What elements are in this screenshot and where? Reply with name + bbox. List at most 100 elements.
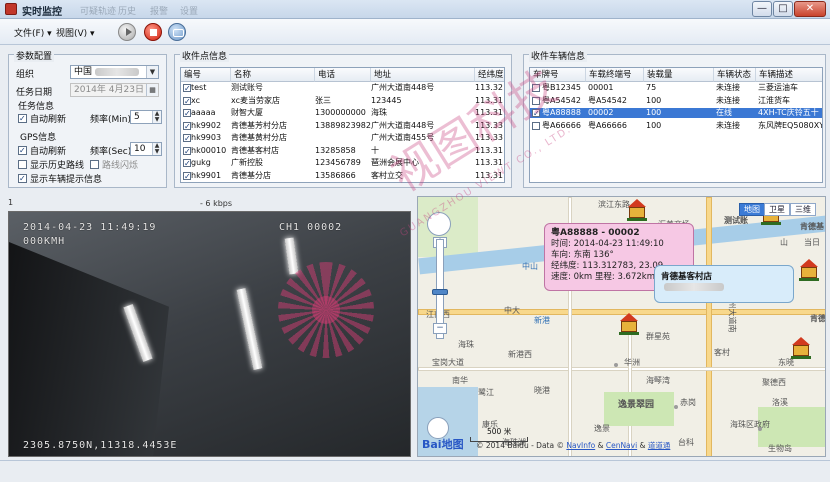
map-type-3d[interactable]: 三维 [790, 203, 816, 216]
map-view[interactable]: 中山 中大 新港 江南西 逸景翠园 海珠区政府 客村 康乐 华洲 群星苑 聚德西… [417, 196, 826, 457]
table-row[interactable]: 粤A66666 粤A66666 100 未连接 东风牌EQ5080XY [530, 120, 822, 131]
table-cell: 113.31 [475, 108, 503, 117]
table-row[interactable]: 粤A88888 00002 100 在线 4XH-TC庆铃五十 [530, 108, 822, 118]
map-label: 聚德西 [762, 378, 786, 387]
col-header[interactable]: 装载量 [644, 68, 714, 82]
table-row[interactable]: hk9903 肯德基黄村分店 广州大道南455号 113.33 [181, 133, 504, 143]
auto-refresh-checkbox[interactable]: 自动刷新 [18, 112, 66, 125]
store-marker-icon[interactable] [790, 337, 812, 359]
col-header[interactable]: 地址 [371, 68, 475, 82]
checkbox-icon[interactable] [532, 84, 540, 92]
points-table[interactable]: 编号 名称 电话 地址 经纬度 test测试账号广州大道南448号113.32 x… [180, 67, 505, 183]
col-header[interactable]: 编号 [181, 68, 231, 82]
table-row[interactable]: gukg 广新控股 123456789 琶洲会展中心 113.31 [181, 158, 504, 168]
route-flash-checkbox[interactable]: 路线闪烁 [90, 158, 138, 171]
pan-control-icon[interactable] [427, 212, 451, 236]
table-row[interactable]: hk00010 肯德基客村店 13285858 十 113.31 [181, 145, 504, 156]
col-header[interactable]: 车牌号 [530, 68, 586, 82]
freq-sec-stepper[interactable]: 10 ▲ ▼ [130, 142, 162, 156]
road [628, 317, 632, 456]
menu-file[interactable]: 文件(F) ▾ [14, 26, 52, 39]
params-title: 参数配置 [14, 49, 55, 62]
check-icon[interactable] [183, 84, 191, 92]
copyright-link[interactable]: NavInfo [566, 441, 595, 450]
close-button[interactable]: ✕ [794, 1, 826, 17]
store-marker-icon[interactable] [626, 199, 648, 221]
window-title: 实时监控 [22, 7, 62, 18]
table-cell: 未连接 [716, 83, 740, 92]
video-feed[interactable]: 2014-04-23 11:49:19 000KMH CH1 00002 230… [8, 211, 411, 457]
map-label: 华洲 [624, 358, 640, 367]
minimize-button[interactable]: — [752, 1, 772, 17]
vehicles-title: 收件车辆信息 [529, 49, 588, 62]
menu-view[interactable]: 视图(V) ▾ [56, 26, 95, 39]
table-row[interactable]: hk9901 肯德基分店 13586866 客村立交 113.31 [181, 170, 504, 181]
poi-icon [674, 405, 678, 409]
calendar-icon: ▦ [146, 84, 158, 96]
table-cell: hk9901 [191, 170, 222, 180]
stepper-icon[interactable]: ▲ ▼ [152, 143, 161, 155]
map-label: 宝岗大道 [432, 358, 464, 367]
check-icon[interactable] [183, 109, 191, 117]
vehicles-table[interactable]: 车牌号 车载终端号 装载量 车辆状态 车辆描述 粤B12345 00001 75 未连… [529, 67, 823, 183]
freq-min-stepper[interactable]: 5 ▲ ▼ [130, 110, 162, 124]
zoom-handle[interactable] [432, 289, 448, 295]
stepper-icon[interactable]: ▲ ▼ [152, 111, 161, 123]
map-label: 南华 [452, 376, 468, 385]
stop-icon[interactable] [144, 23, 162, 41]
table-cell: 123445 [371, 95, 402, 105]
vehicle-marker-icon[interactable] [618, 313, 640, 335]
table-cell: 13285858 [315, 145, 356, 155]
check-icon[interactable] [183, 96, 191, 105]
checkbox-icon[interactable] [532, 96, 540, 105]
settings-icon[interactable] [168, 23, 186, 41]
col-header[interactable]: 车辆状态 [714, 68, 756, 82]
copyright-link[interactable]: 道道通 [648, 441, 671, 450]
table-row[interactable]: 粤B12345 00001 75 未连接 三菱运油车 [530, 83, 822, 93]
col-header[interactable]: 车载终端号 [586, 68, 644, 82]
zoom-out-button[interactable]: − [433, 323, 447, 334]
table-row[interactable]: 粤A54542 粤A54542 100 未连接 江淮货车 [530, 96, 822, 106]
map-type-satellite[interactable]: 卫星 [764, 203, 790, 216]
col-header[interactable]: 车辆描述 [756, 68, 822, 82]
ghost-tab[interactable]: 设置 [180, 4, 198, 17]
table-cell: 琶洲会展中心 [371, 158, 419, 167]
table-row[interactable]: aaaaa 财智大厦 1300000000 海珠 113.31 [181, 108, 504, 118]
table-cell: hk9902 [191, 120, 222, 130]
ghost-tab[interactable]: 历史 [118, 4, 136, 17]
check-icon[interactable] [183, 121, 191, 130]
col-header[interactable]: 经纬度 [475, 68, 504, 82]
show-tip-checkbox[interactable]: 显示车辆提示信息 [18, 172, 102, 185]
table-cell: 广州大道南448号 [371, 120, 435, 130]
road [418, 367, 825, 371]
map-label: 群星苑 [646, 332, 670, 341]
check-icon[interactable] [183, 171, 191, 180]
task-title: 任务信息 [18, 102, 55, 112]
check-icon [18, 114, 27, 123]
gps-auto-refresh-checkbox[interactable]: 自动刷新 [18, 144, 66, 157]
copyright-link[interactable]: CenNavi [606, 441, 637, 450]
table-row[interactable]: test 测试账号 广州大道南448号 113.32 [181, 83, 504, 93]
show-history-checkbox[interactable]: 显示历史路线 [18, 158, 84, 171]
org-select[interactable]: 中国 ▼ [70, 65, 159, 79]
ghost-tab[interactable]: 可疑轨迹 [80, 4, 116, 17]
check-icon[interactable] [183, 146, 191, 155]
maximize-button[interactable]: □ [773, 1, 793, 17]
checkbox-icon[interactable] [532, 121, 540, 130]
table-row[interactable]: xc xc麦当劳家店 张三 123445 113.31 [181, 95, 504, 106]
col-header[interactable]: 电话 [315, 68, 371, 82]
table-cell: 粤A66666 [542, 120, 581, 130]
map-type-map[interactable]: 地图 [739, 203, 765, 216]
check-icon[interactable] [532, 109, 540, 117]
play-icon[interactable] [118, 23, 136, 41]
date-picker[interactable]: 2014年 4月23日 ▦ [70, 83, 159, 97]
check-icon[interactable] [183, 159, 191, 167]
table-cell: 113.33 [475, 133, 503, 142]
check-icon[interactable] [183, 134, 191, 142]
table-row[interactable]: hk9902 肯德基芳村分店 13889823982广州大道南448号 113.33 [181, 120, 504, 131]
ghost-tab[interactable]: 报警 [150, 4, 168, 17]
table-cell: 未连接 [716, 120, 740, 130]
store-marker-icon[interactable] [798, 259, 820, 281]
redacted-mark [664, 282, 724, 291]
col-header[interactable]: 名称 [231, 68, 315, 82]
